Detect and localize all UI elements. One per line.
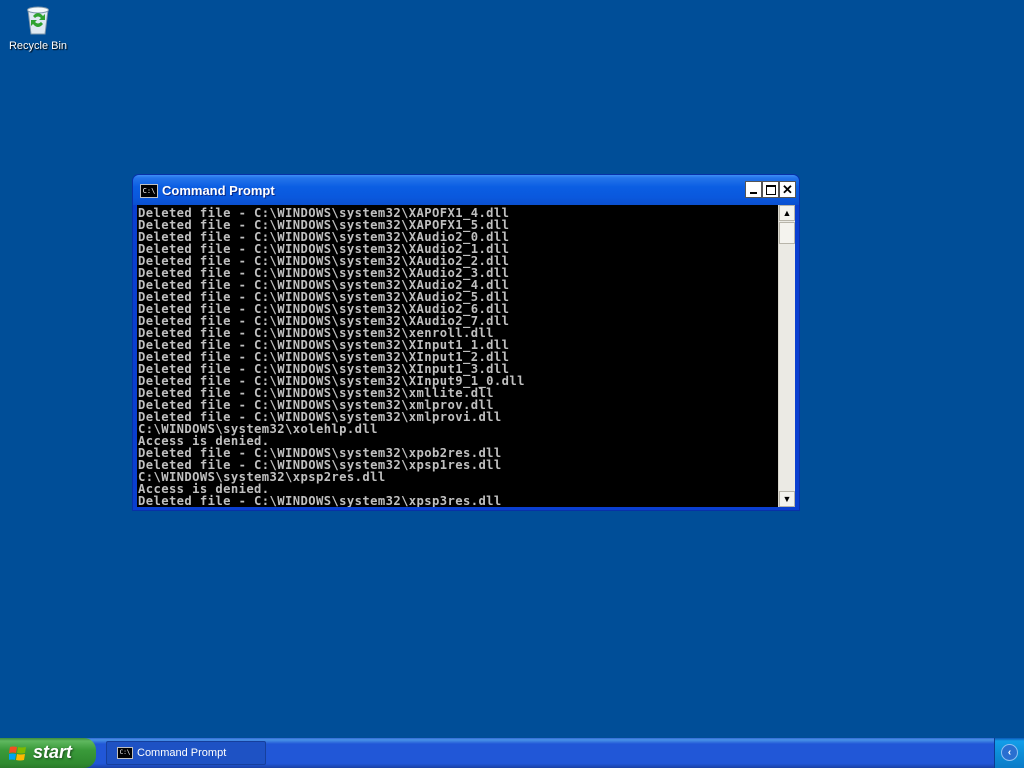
show-hidden-icons-chevron-icon[interactable]: ‹ [1001, 744, 1018, 761]
minimize-button[interactable] [745, 181, 762, 198]
window-titlebar[interactable]: C:\ Command Prompt ✕ [133, 175, 799, 205]
close-button[interactable]: ✕ [779, 181, 796, 198]
window-title: Command Prompt [162, 183, 275, 198]
console-line: Deleted file - C:\WINDOWS\system32\xpsp3… [138, 494, 502, 507]
cmd-icon: C:\ [117, 747, 133, 759]
start-label: start [33, 742, 73, 762]
arrow-down-icon: ▼ [782, 494, 792, 504]
taskbar-item-command-prompt[interactable]: C:\ Command Prompt [106, 741, 266, 765]
notification-area: ‹ [994, 738, 1024, 768]
taskbar-item-label: Command Prompt [137, 747, 227, 759]
arrow-up-icon: ▲ [782, 208, 792, 218]
start-button[interactable]: start [0, 738, 96, 768]
windows-logo-icon [9, 746, 26, 761]
desktop: Recycle Bin C:\ Command Prompt ✕ Deleted… [0, 0, 1024, 738]
recycle-bin-label: Recycle Bin [8, 40, 68, 52]
scrollbar-thumb[interactable] [779, 222, 795, 244]
recycle-bin-icon [27, 6, 49, 35]
console-output[interactable]: Deleted file - C:\WINDOWS\system32\XAPOF… [137, 205, 778, 507]
console-frame: Deleted file - C:\WINDOWS\system32\XAPOF… [137, 205, 795, 507]
vertical-scrollbar[interactable]: ▲ ▼ [778, 205, 795, 507]
scroll-down-button[interactable]: ▼ [779, 491, 795, 507]
command-prompt-window[interactable]: C:\ Command Prompt ✕ Deleted file - C:\W… [132, 174, 800, 511]
close-icon: ✕ [782, 182, 793, 197]
taskbar: start C:\ Command Prompt ‹ [0, 738, 1024, 768]
scroll-up-button[interactable]: ▲ [779, 205, 795, 221]
cmd-icon: C:\ [140, 184, 158, 198]
maximize-button[interactable] [762, 181, 779, 198]
recycle-bin-shortcut[interactable]: Recycle Bin [4, 2, 72, 52]
